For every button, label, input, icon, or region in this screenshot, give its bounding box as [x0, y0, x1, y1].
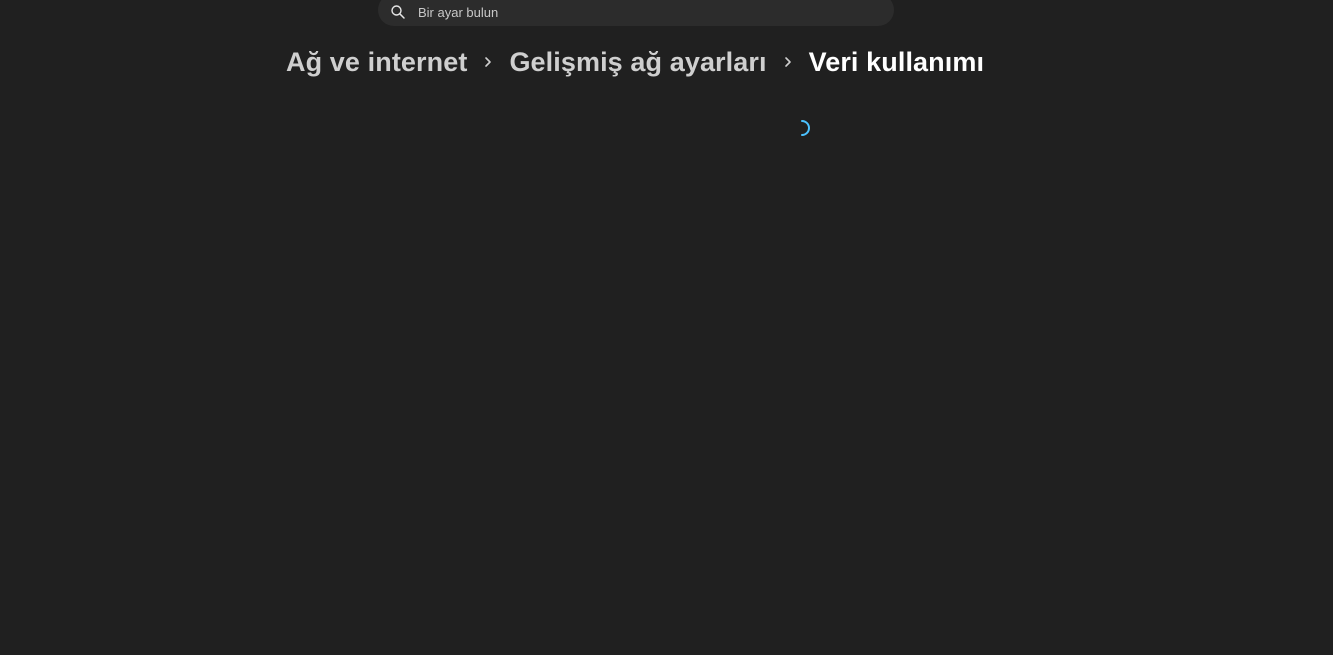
settings-page: Ağ ve internet Gelişmiş ağ ayarları Veri…	[0, 0, 1333, 655]
chevron-right-icon	[767, 42, 809, 82]
breadcrumb-item-network-internet[interactable]: Ağ ve internet	[286, 47, 467, 78]
breadcrumb-item-advanced-network-settings[interactable]: Gelişmiş ağ ayarları	[509, 47, 766, 78]
search-input[interactable]	[418, 0, 878, 24]
page-title: Veri kullanımı	[808, 46, 985, 77]
loading-spinner-icon	[793, 119, 811, 137]
search-box[interactable]	[378, 0, 894, 26]
chevron-right-icon	[467, 42, 509, 82]
search-icon	[390, 4, 406, 20]
breadcrumb: Ağ ve internet Gelişmiş ağ ayarları Veri…	[286, 42, 984, 82]
